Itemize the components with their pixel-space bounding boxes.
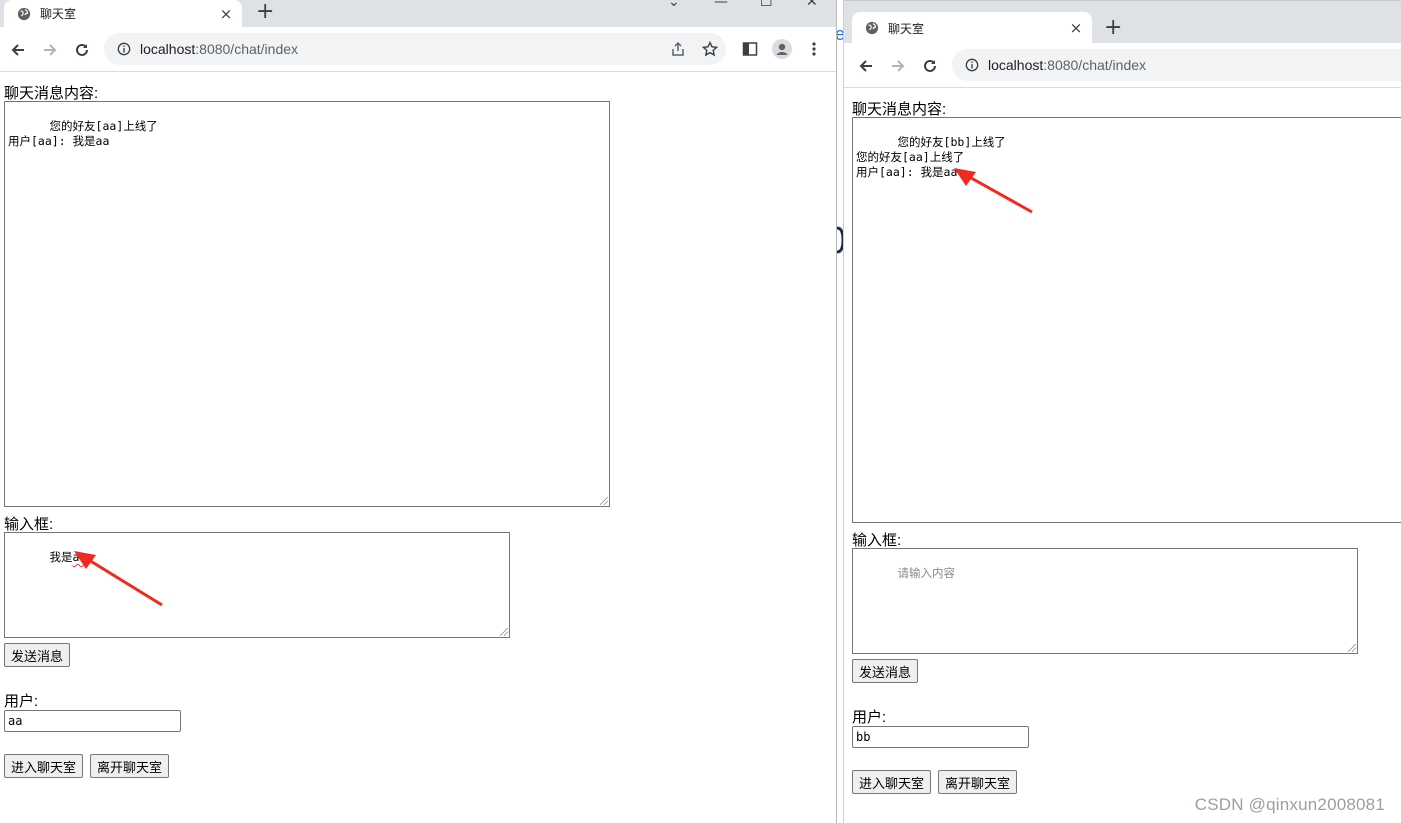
username-input[interactable]: bb [852,726,1029,748]
back-icon[interactable] [854,54,878,78]
leave-chatroom-button[interactable]: 离开聊天室 [90,754,170,778]
leave-chatroom-button[interactable]: 离开聊天室 [938,770,1018,794]
share-icon[interactable] [668,39,688,59]
background-fragment [837,226,843,254]
send-button[interactable]: 发送消息 [852,659,919,683]
minimize-button[interactable]: — [714,0,728,10]
new-tab-button[interactable]: + [1104,17,1122,39]
url-text: localhost:8080/chat/index [140,41,299,57]
tab-title: 聊天室 [40,7,77,21]
browser-window-right: 聊天室 × + localhost:8080/chat/index 聊天消息内容… [844,0,1401,823]
enter-chatroom-button[interactable]: 进入聊天室 [852,770,932,794]
back-icon[interactable] [6,38,30,62]
chat-log-textarea[interactable]: 您的好友[bb]上线了 您的好友[aa]上线了 用户[aa]: 我是aa [852,117,1401,523]
username-input[interactable]: aa [4,710,181,732]
url-text: localhost:8080/chat/index [988,57,1147,73]
info-icon[interactable] [116,41,132,57]
send-button[interactable]: 发送消息 [4,643,71,667]
input-placeholder: 请输入内容 [897,566,956,580]
star-icon[interactable] [700,39,720,59]
chat-log-textarea[interactable]: 您的好友[aa]上线了 用户[aa]: 我是aa [4,101,610,507]
chat-log-label: 聊天消息内容: [852,101,947,118]
resize-grip[interactable] [1348,644,1356,652]
tab-chatroom[interactable]: 聊天室 × [852,12,1092,44]
enter-chatroom-button[interactable]: 进入聊天室 [4,754,84,778]
menu-icon[interactable] [804,39,824,59]
message-input[interactable]: 我是aa [4,532,510,638]
forward-icon[interactable] [38,38,62,62]
resize-grip[interactable] [500,628,508,636]
info-icon[interactable] [964,57,980,73]
profile-icon[interactable] [772,39,792,59]
address-bar[interactable]: localhost:8080/chat/index [104,33,726,65]
maximize-button[interactable]: ☐ [760,0,773,10]
resize-grip[interactable] [600,497,608,505]
globe-icon [16,6,32,22]
close-window-button[interactable]: ✕ [806,0,818,10]
address-bar[interactable]: localhost:8080/chat/index [952,49,1401,81]
tab-close-icon[interactable]: × [1068,20,1084,36]
user-label: 用户: [852,709,887,726]
globe-icon [864,20,880,36]
chat-log-label: 聊天消息内容: [4,85,99,102]
tab-chatroom[interactable]: 聊天室 × [4,0,242,27]
forward-icon[interactable] [886,54,910,78]
reload-icon[interactable] [918,54,942,78]
user-label: 用户: [4,693,39,710]
tab-strip: 聊天室 × + [844,0,1401,44]
new-tab-button[interactable]: + [256,1,274,23]
toolbar: localhost:8080/chat/index [844,43,1401,88]
window-divider: e [836,0,844,823]
message-input[interactable]: 请输入内容 [852,548,1358,654]
background-fragment: e [837,24,843,44]
watermark: CSDN @qinxun2008081 [1194,795,1385,814]
input-label: 输入框: [852,532,902,549]
svg-text:e: e [837,24,843,44]
toolbar: localhost:8080/chat/index [0,27,836,72]
tab-title: 聊天室 [888,21,925,36]
tab-close-icon[interactable]: × [218,6,234,22]
sidepanel-icon[interactable] [740,39,760,59]
chevron-down-icon[interactable]: ⌄ [668,0,680,10]
tab-strip: 聊天室 × + ⌄ — ☐ ✕ [0,0,836,27]
reload-icon[interactable] [70,38,94,62]
browser-window-left: 聊天室 × + ⌄ — ☐ ✕ localhost:8080/chat/inde… [0,0,836,823]
input-label: 输入框: [4,516,54,533]
